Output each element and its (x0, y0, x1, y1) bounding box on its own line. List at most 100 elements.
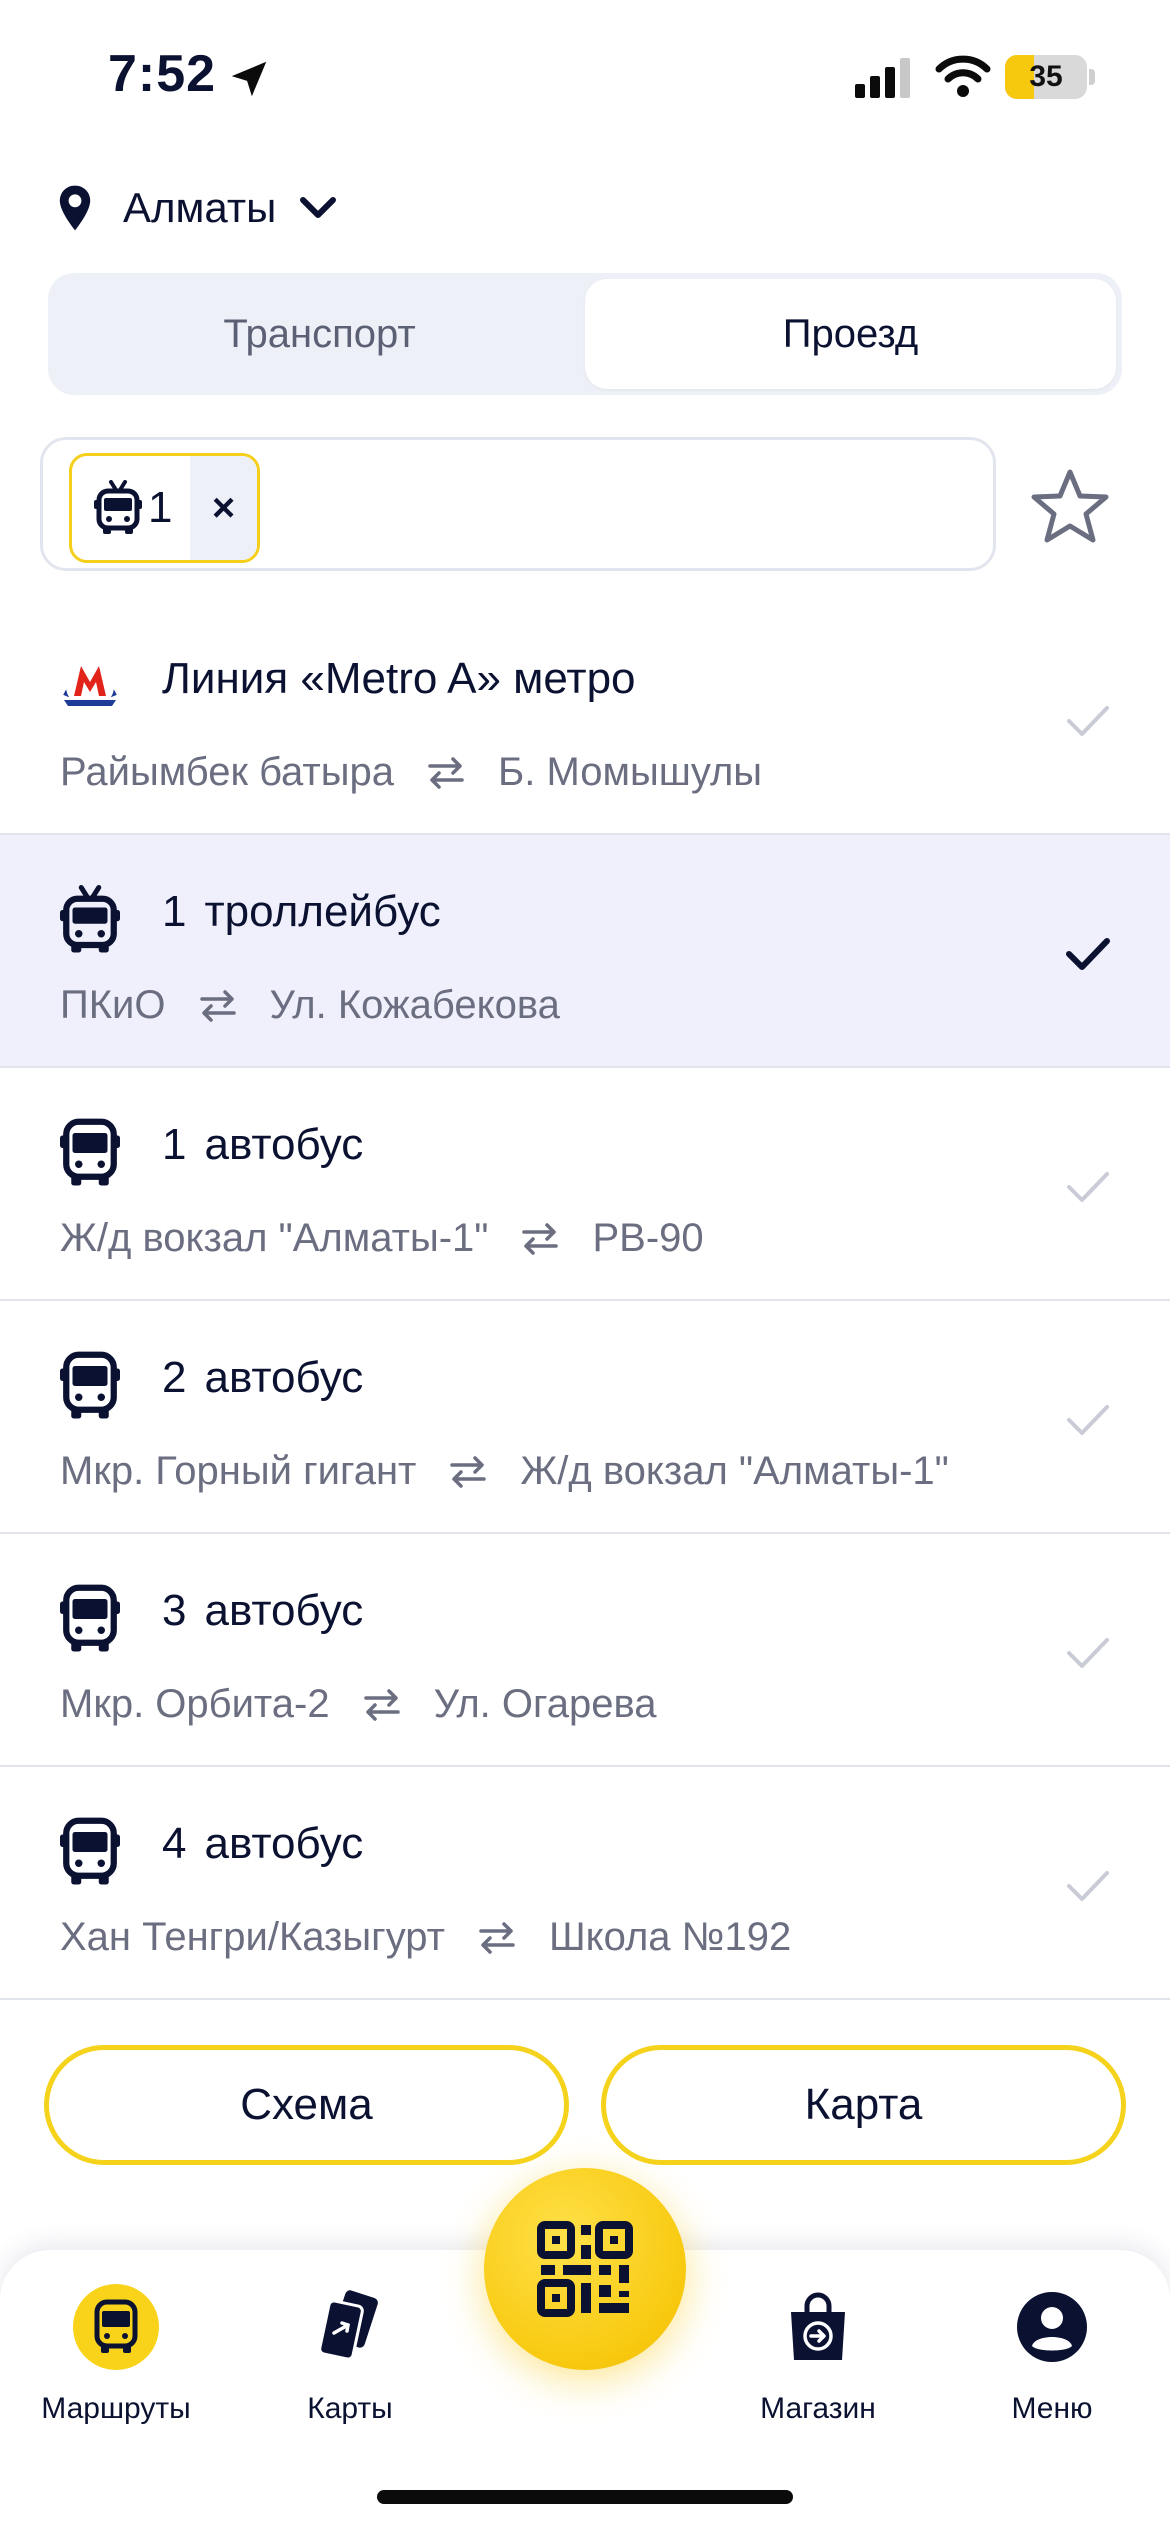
route-filter-input[interactable]: 1 × (40, 437, 996, 571)
route-row[interactable]: 2 автобус Мкр. Горный гигант Ж/д вокзал "Ал… (0, 1301, 1170, 1534)
swap-arrows-icon (428, 756, 464, 789)
qr-code-icon (537, 2221, 633, 2317)
trolleybus-icon (94, 480, 142, 534)
tab-menu-icon-wrap (1009, 2284, 1095, 2370)
mode-segmented-control: Транспорт Проезд (48, 273, 1122, 395)
route-from: ПКиО (60, 983, 166, 1027)
route-from: Хан Тенгри/Казыгурт (60, 1915, 445, 1959)
route-to: Ул. Огарева (433, 1682, 657, 1726)
checkmark-icon[interactable] (1064, 702, 1112, 740)
route-endpoints: Хан Тенгри/Казыгурт Школа №192 (60, 1915, 791, 1960)
qr-scan-button[interactable] (484, 2168, 686, 2370)
filter-chip[interactable]: 1 × (69, 453, 260, 563)
map-button[interactable]: Карта (601, 2045, 1126, 2165)
bus-icon (60, 1118, 120, 1186)
route-from: Ж/д вокзал "Алматы-1" (60, 1216, 489, 1260)
checkmark-icon[interactable] (1064, 935, 1112, 973)
metro-logo-icon (60, 652, 120, 718)
route-endpoints: ПКиО Ул. Кожабекова (60, 983, 560, 1028)
tab-shop-icon-wrap (775, 2284, 861, 2370)
bus-icon (94, 2299, 138, 2353)
route-to: РВ-90 (592, 1216, 704, 1260)
route-title: 4 автобус (162, 1819, 363, 1869)
route-to: Ж/д вокзал "Алматы-1" (520, 1449, 949, 1493)
tab-shop-label: Магазин (760, 2392, 876, 2425)
route-number: 3 (162, 1586, 187, 1635)
route-number: 2 (162, 1353, 187, 1402)
checkmark-icon[interactable] (1064, 1168, 1112, 1206)
route-endpoints: Мкр. Горный гигант Ж/д вокзал "Алматы-1" (60, 1449, 949, 1494)
segment-fare[interactable]: Проезд (585, 279, 1116, 389)
battery-tip (1089, 69, 1095, 85)
bus-icon (60, 1817, 120, 1885)
city-selector[interactable]: Алматы (55, 178, 338, 238)
battery-percent: 35 (1029, 60, 1063, 93)
route-title: 2 автобус (162, 1353, 363, 1403)
tab-cards[interactable]: Карты (250, 2284, 450, 2426)
battery-body: 35 (1005, 55, 1087, 99)
route-to: Б. Момышулы (497, 750, 763, 794)
route-row[interactable]: 3 автобус Мкр. Орбита-2 Ул. Огарева (0, 1534, 1170, 1767)
swap-arrows-icon (522, 1222, 559, 1255)
chip-remove-icon[interactable]: × (190, 456, 257, 560)
shop-bag-icon (791, 2292, 845, 2360)
checkmark-icon[interactable] (1064, 1867, 1112, 1905)
bus-icon (60, 1584, 120, 1652)
battery-indicator: 35 (1005, 55, 1095, 99)
route-type: автобус (204, 1120, 364, 1169)
bus-icon (60, 1351, 120, 1419)
route-type: Линия «Metro A» метро (162, 654, 636, 703)
tab-cards-icon-wrap (307, 2284, 393, 2370)
tab-routes[interactable]: Маршруты (16, 2284, 216, 2426)
route-from: Мкр. Орбита-2 (60, 1682, 330, 1726)
route-title: Линия «Metro A» метро (162, 654, 636, 704)
filter-chip-number: 1 (148, 483, 173, 532)
route-row[interactable]: Линия «Metro A» метро Райымбек батыра Б. М… (0, 602, 1170, 835)
route-row[interactable]: 1 троллейбус ПКиО Ул. Кожабекова (0, 835, 1170, 1068)
action-buttons: Схема Карта (44, 2045, 1126, 2165)
wifi-icon (935, 55, 991, 97)
swap-arrows-icon (363, 1688, 400, 1721)
cellular-signal-icon (855, 58, 910, 98)
route-type: автобус (204, 1819, 364, 1868)
route-type: автобус (204, 1353, 364, 1402)
route-number: 4 (162, 1819, 187, 1868)
route-row[interactable]: 1 автобус Ж/д вокзал "Алматы-1" РВ-90 (0, 1068, 1170, 1301)
route-number: 1 (162, 887, 187, 936)
route-list: Линия «Metro A» метро Райымбек батыра Б. М… (0, 602, 1170, 2000)
profile-icon (1017, 2292, 1087, 2362)
cards-icon (318, 2290, 378, 2361)
route-to: Школа №192 (548, 1915, 792, 1959)
tab-cards-label: Карты (307, 2392, 393, 2425)
segment-transport[interactable]: Транспорт (54, 279, 585, 389)
tab-routes-icon-wrap (73, 2284, 159, 2370)
route-endpoints: Мкр. Орбита-2 Ул. Огарева (60, 1682, 657, 1727)
tab-shop[interactable]: Магазин (718, 2284, 918, 2426)
route-row[interactable]: 4 автобус Хан Тенгри/Казыгурт Школа №192 (0, 1767, 1170, 2000)
route-title: 1 троллейбус (162, 887, 441, 937)
city-name: Алматы (123, 184, 277, 231)
route-type: автобус (204, 1586, 364, 1635)
route-endpoints: Ж/д вокзал "Алматы-1" РВ-90 (60, 1216, 704, 1261)
map-pin-icon (59, 185, 91, 231)
favorite-star-icon[interactable] (1030, 467, 1110, 545)
checkmark-icon[interactable] (1064, 1401, 1112, 1439)
status-time: 7:52 (108, 45, 217, 103)
swap-arrows-icon (450, 1455, 487, 1488)
tab-menu[interactable]: Меню (952, 2284, 1152, 2426)
home-indicator[interactable] (377, 2490, 793, 2504)
route-type: троллейбус (204, 887, 441, 936)
tab-menu-label: Меню (1011, 2392, 1093, 2425)
tab-routes-label: Маршруты (41, 2392, 191, 2425)
checkmark-icon[interactable] (1064, 1634, 1112, 1672)
route-title: 3 автобус (162, 1586, 363, 1636)
route-to: Ул. Кожабекова (269, 983, 560, 1027)
route-title: 1 автобус (162, 1120, 363, 1170)
status-bar: 7:52 35 (0, 0, 1170, 150)
location-arrow-icon (231, 61, 267, 97)
filter-chip-label: 1 (72, 456, 190, 560)
route-from: Мкр. Горный гигант (60, 1449, 417, 1493)
route-endpoints: Райымбек батыра Б. Момышулы (60, 750, 762, 795)
scheme-button[interactable]: Схема (44, 2045, 569, 2165)
chevron-down-icon (300, 197, 337, 218)
